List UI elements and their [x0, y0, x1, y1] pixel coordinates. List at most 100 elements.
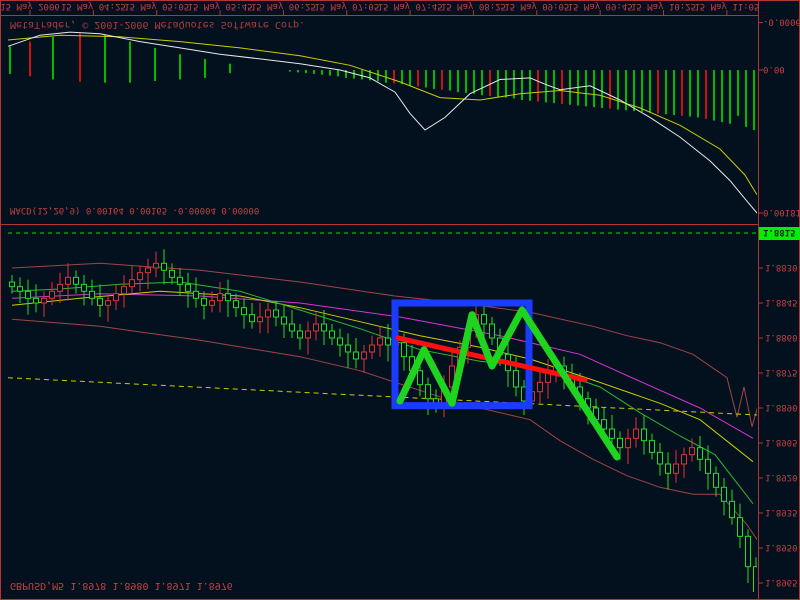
- candle-body: [625, 437, 631, 449]
- candle-body: [241, 307, 247, 316]
- candle-body: [193, 290, 199, 299]
- time-axis-label: 15 May 07:45: [378, 1, 443, 11]
- macd-axis-label: 0.00: [763, 64, 785, 74]
- candle-body: [185, 283, 191, 292]
- time-axis-label: 15 May 04:25: [61, 1, 126, 11]
- candle-body: [41, 297, 47, 304]
- price-axis-label: 1.8875: [765, 367, 798, 377]
- candle-body: [697, 447, 703, 460]
- time-axis-label: 15 May 05:05: [124, 1, 189, 11]
- candle-body: [513, 370, 519, 388]
- candle-body: [113, 293, 119, 302]
- candle-body: [321, 323, 327, 332]
- candle-body: [25, 290, 31, 299]
- candle-body: [105, 300, 111, 306]
- candle-body: [49, 290, 55, 299]
- candle-body: [729, 500, 735, 519]
- candle-body: [681, 454, 687, 465]
- candle-body: [289, 323, 295, 332]
- time-axis-label: 15 May 08:25: [441, 1, 506, 11]
- candle-body: [161, 262, 167, 271]
- macd-axis-label: -0.0006: [763, 17, 800, 27]
- candle-body: [313, 323, 319, 332]
- candle-body: [377, 337, 383, 346]
- candle-body: [369, 344, 375, 353]
- candle-body: [97, 297, 103, 306]
- chart-flipped-stage: 1.8965 1.8950 1.8935 1.8920 1.8905 1.8890 1.88…: [0, 0, 800, 600]
- price-axis-label: 1.8920: [765, 472, 798, 482]
- candle-body: [81, 283, 87, 292]
- candle-body: [209, 300, 215, 306]
- candle-body: [217, 293, 223, 302]
- candle-body: [689, 447, 695, 456]
- time-axis-label: 15 May 09:05: [504, 1, 569, 11]
- candle-body: [617, 437, 623, 449]
- candle-body: [417, 370, 423, 386]
- time-axis-label: 15 May 2006: [0, 1, 60, 11]
- time-axis-label: 15 May 05:45: [188, 1, 253, 11]
- candle-body: [425, 384, 431, 400]
- candle-body: [9, 281, 15, 288]
- time-axis-label: 15 May 10:25: [631, 1, 696, 11]
- candle-body: [233, 300, 239, 309]
- current-price-label: 1.8815: [763, 227, 796, 237]
- watermark: MetaTrader, © 2001-2006 MetaQuotes Softw…: [10, 19, 305, 30]
- candle-body: [249, 314, 255, 323]
- candle-body: [225, 293, 231, 302]
- candle-body: [329, 330, 335, 339]
- candle-body: [601, 419, 607, 430]
- candle-body: [273, 309, 279, 318]
- candle-body: [745, 535, 751, 568]
- candle-body: [145, 267, 151, 274]
- candle-body: [177, 276, 183, 285]
- candle-body: [673, 463, 679, 474]
- candle-body: [665, 463, 671, 474]
- candle-body: [89, 290, 95, 299]
- candle-body: [713, 472, 719, 488]
- candle-body: [33, 297, 39, 304]
- price-axis-label: 1.8965: [765, 577, 798, 587]
- price-axis-label: 1.8860: [765, 332, 798, 342]
- candle-body: [137, 272, 143, 281]
- candle-body: [657, 451, 663, 465]
- price-axis-label: 1.8905: [765, 437, 798, 447]
- time-axis-label: 15 May 11:05: [694, 1, 759, 11]
- candle-body: [153, 262, 159, 269]
- time-axis-label: 15 May 07:05: [314, 1, 379, 11]
- chart-title: GBPUSD,M5 1.8978 1.8980 1.8971 1.8976: [10, 580, 233, 591]
- candle-body: [201, 297, 207, 306]
- macd-axis-label: 0.00181: [763, 207, 800, 217]
- time-axis-label: 15 May 09:45: [568, 1, 633, 11]
- candle-body: [385, 337, 391, 346]
- candle-body: [641, 428, 647, 442]
- candle-body: [265, 309, 271, 318]
- price-axis-label: 1.8890: [765, 402, 798, 412]
- price-axis-label: 1.8935: [765, 507, 798, 517]
- time-axis-label: 15 May 06:25: [251, 1, 316, 11]
- candle-body: [345, 344, 351, 353]
- price-axis-label: 1.8845: [765, 297, 798, 307]
- chart-canvas[interactable]: 1.8965 1.8950 1.8935 1.8920 1.8905 1.8890 1.88…: [0, 0, 800, 600]
- macd-label: MACD(12,26,9) 0.00164 0.00165 -0.00004 0…: [10, 205, 259, 215]
- candle-body: [129, 279, 135, 288]
- candle-body: [297, 330, 303, 339]
- price-axis-label: 1.8830: [765, 262, 798, 272]
- candle-body: [57, 283, 63, 292]
- candle-body: [361, 351, 367, 360]
- candle-body: [337, 337, 343, 346]
- candle-body: [353, 351, 359, 360]
- candle-body: [169, 269, 175, 278]
- mt4-chart-window: 1.8965 1.8950 1.8935 1.8920 1.8905 1.8890 1.88…: [0, 0, 800, 600]
- candle-body: [401, 342, 407, 358]
- candle-body: [737, 517, 743, 537]
- candle-body: [305, 330, 311, 339]
- candle-body: [489, 323, 495, 339]
- candle-body: [609, 428, 615, 439]
- candle-body: [537, 381, 543, 393]
- candle-body: [649, 440, 655, 453]
- candle-body: [705, 458, 711, 474]
- candle-body: [73, 276, 79, 285]
- candle-body: [121, 286, 127, 295]
- candle-body: [281, 316, 287, 325]
- candle-body: [65, 276, 71, 285]
